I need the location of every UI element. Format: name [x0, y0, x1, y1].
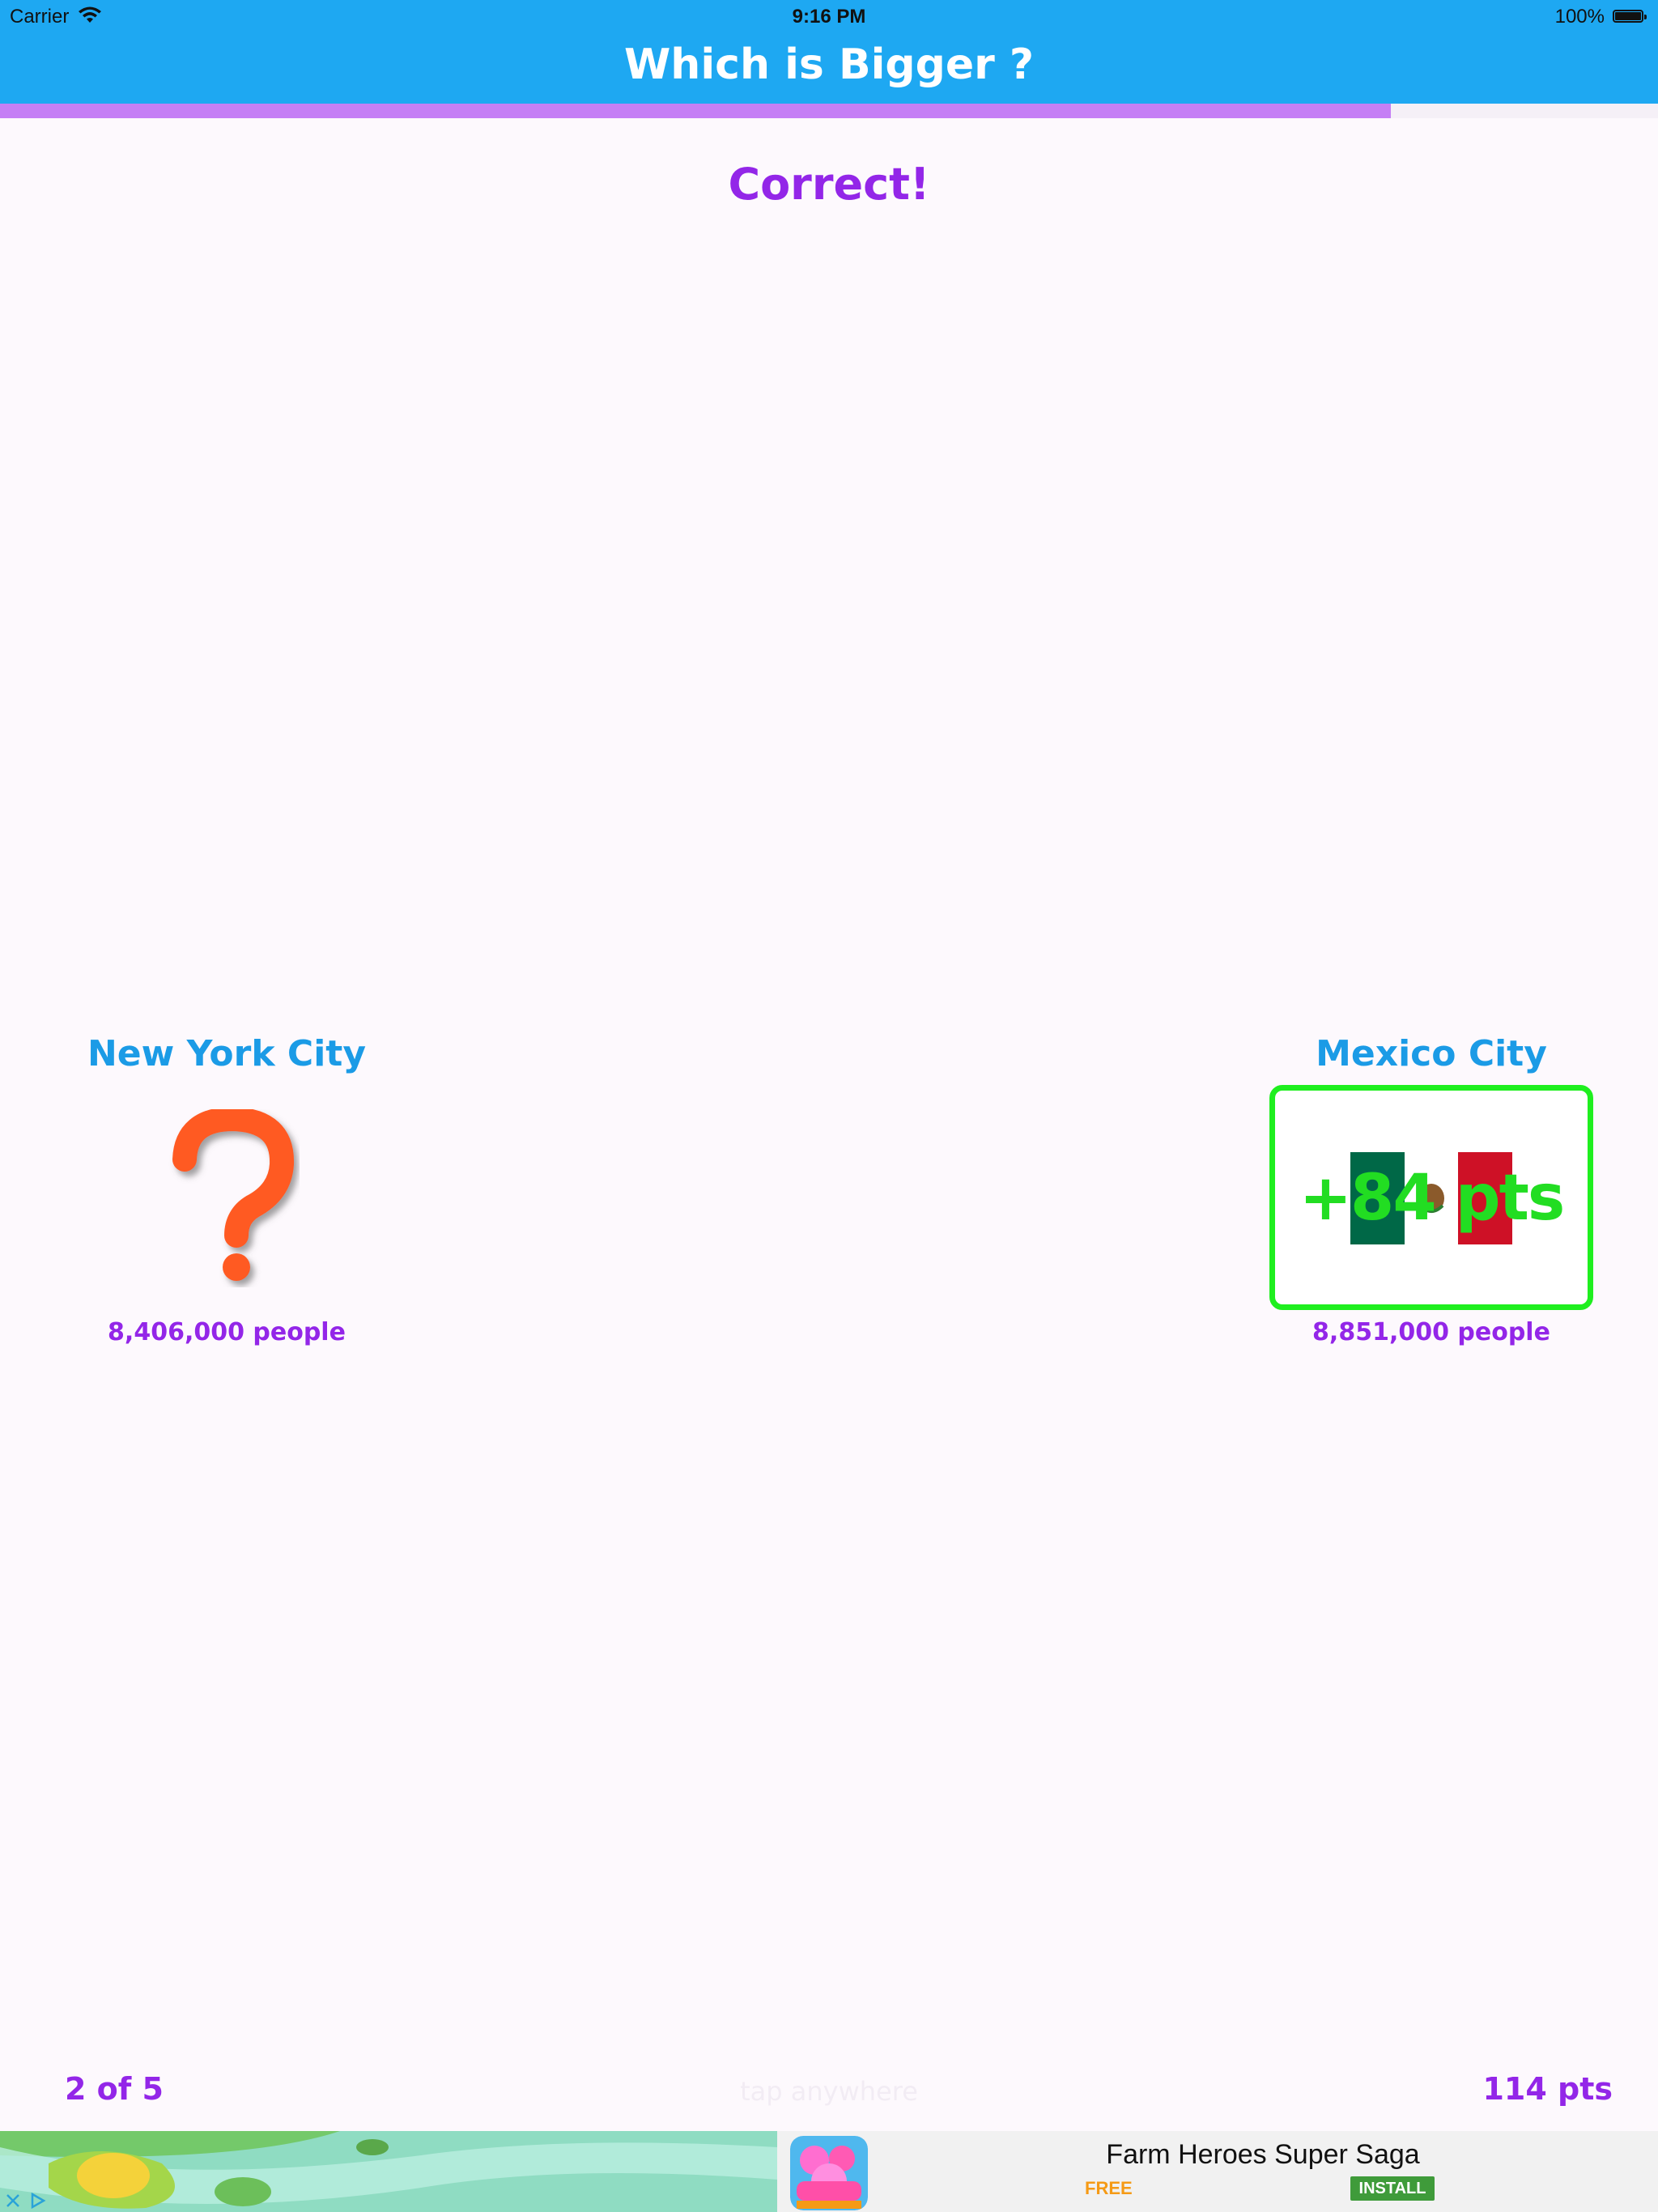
city-right-name: Mexico City: [1316, 1033, 1547, 1074]
ad-app-name[interactable]: Farm Heroes Super Saga: [955, 2139, 1571, 2171]
city-left-population: 8,406,000 people: [108, 1318, 346, 1346]
ad-banner[interactable]: Farm Heroes Super Saga FREE INSTALL: [0, 2131, 1658, 2212]
quiz-progress-fill: [0, 104, 1392, 118]
battery-percent: 100%: [1554, 6, 1605, 28]
result-message: Correct!: [728, 159, 930, 210]
tap-anywhere-hint: tap anywhere: [740, 2076, 918, 2107]
city-right-card[interactable]: +84 pts: [1269, 1085, 1593, 1310]
points-gained-label: +84 pts: [1299, 1162, 1566, 1235]
ad-close-icon[interactable]: [3, 2191, 23, 2210]
city-right-population: 8,851,000 people: [1312, 1318, 1550, 1346]
ad-choices-icon[interactable]: [28, 2191, 47, 2210]
top-bar: Carrier 9:16 PM 100% Which is Bigger ?: [0, 0, 1658, 104]
city-left-name: New York City: [87, 1033, 367, 1074]
ad-price-label: FREE: [1085, 2178, 1133, 2198]
question-mark-icon[interactable]: [162, 1109, 300, 1287]
ad-app-icon[interactable]: [790, 2136, 868, 2210]
battery-icon: [1613, 10, 1647, 23]
quiz-progress-bar: [0, 104, 1658, 118]
page-title: Which is Bigger ?: [623, 40, 1035, 89]
clock: 9:16 PM: [792, 6, 866, 28]
ad-install-button[interactable]: INSTALL: [1350, 2176, 1435, 2201]
score-total: 114 pts: [1482, 2071, 1613, 2107]
ad-game-artwork[interactable]: [0, 2131, 777, 2212]
